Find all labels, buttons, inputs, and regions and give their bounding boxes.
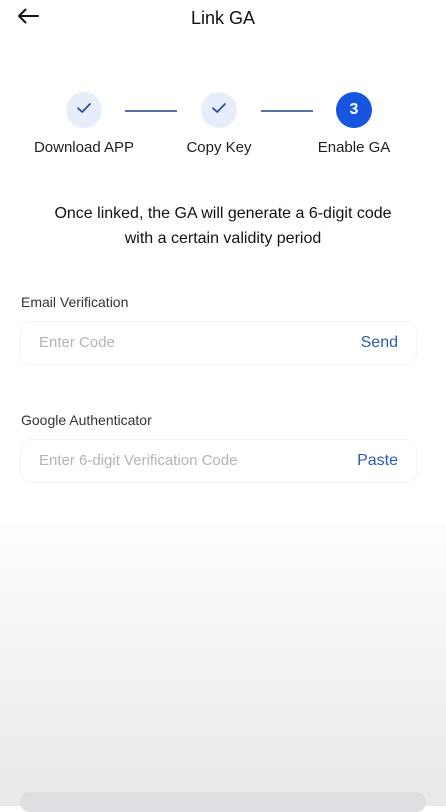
bottom-button-edge[interactable] (20, 792, 426, 812)
step-3-circle: 3 (336, 92, 372, 128)
step-3-number: 3 (349, 101, 359, 118)
step-1-label: Download APP (33, 139, 135, 156)
step-connector-2 (261, 110, 313, 112)
check-icon (211, 101, 227, 119)
intro-line-1: Once linked, the GA will generate a 6-di… (54, 205, 392, 222)
header: Link GA (0, 0, 446, 40)
email-code-field[interactable]: Enter Code Send (21, 322, 416, 364)
ga-code-input[interactable]: Enter 6-digit Verification Code (39, 440, 237, 482)
stepper: 3 Download APP Copy Key Enable GA (0, 92, 446, 162)
step-3-label: Enable GA (317, 139, 391, 156)
check-icon (76, 101, 92, 119)
google-authenticator-label: Google Authenticator (21, 412, 152, 428)
intro-line-2: with a certain validity period (124, 230, 322, 247)
email-verification-label: Email Verification (21, 294, 129, 310)
step-1-circle (66, 92, 102, 128)
step-2-label: Copy Key (186, 139, 252, 156)
step-2-circle (201, 92, 237, 128)
step-connector-1 (125, 110, 177, 112)
paste-button[interactable]: Paste (357, 440, 398, 482)
ga-code-field[interactable]: Enter 6-digit Verification Code Paste (21, 440, 416, 482)
intro-text: Once linked, the GA will generate a 6-di… (20, 201, 426, 251)
send-code-button[interactable]: Send (361, 322, 398, 364)
page-title: Link GA (190, 8, 256, 28)
email-code-input[interactable]: Enter Code (39, 322, 115, 364)
